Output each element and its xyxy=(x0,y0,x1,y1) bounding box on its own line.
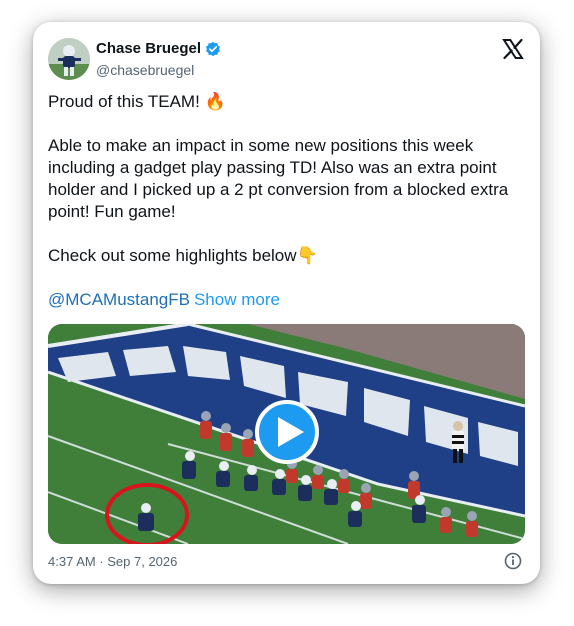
tweet-card: Chase Bruegel @chasebruegel Proud of thi… xyxy=(33,22,540,584)
tweet-line-1-text: Proud of this TEAM! xyxy=(48,92,205,111)
video-thumbnail[interactable] xyxy=(48,324,525,544)
pointing-down-emoji-icon: 👇 xyxy=(296,246,318,266)
info-icon[interactable] xyxy=(504,552,522,570)
tweet-timestamp[interactable]: 4:37 AM · Sep 7, 2026 xyxy=(48,554,177,569)
tweet-link-row: @MCAMustangFB Show more xyxy=(48,289,528,311)
avatar[interactable] xyxy=(48,38,90,80)
show-more-link[interactable]: Show more xyxy=(194,290,280,309)
author-handle[interactable]: @chasebruegel xyxy=(96,62,194,78)
author-name[interactable]: Chase Bruegel xyxy=(96,40,201,57)
x-logo-icon[interactable] xyxy=(502,38,524,60)
tweet-paragraph-3: Check out some highlights below👇 xyxy=(48,245,528,267)
verified-badge-icon xyxy=(205,41,221,57)
tweet-paragraph-2: Able to make an impact in some new posit… xyxy=(48,136,509,221)
mention-link[interactable]: @MCAMustangFB xyxy=(48,290,190,309)
fire-emoji-icon: 🔥 xyxy=(204,92,226,112)
play-icon xyxy=(255,400,319,464)
tweet-text: Proud of this TEAM! 🔥 Able to make an im… xyxy=(48,91,528,311)
author-name-row: Chase Bruegel xyxy=(96,40,221,57)
tweet-paragraph-3-text: Check out some highlights below xyxy=(48,246,297,265)
tweet-line-1: Proud of this TEAM! 🔥 xyxy=(48,91,528,113)
